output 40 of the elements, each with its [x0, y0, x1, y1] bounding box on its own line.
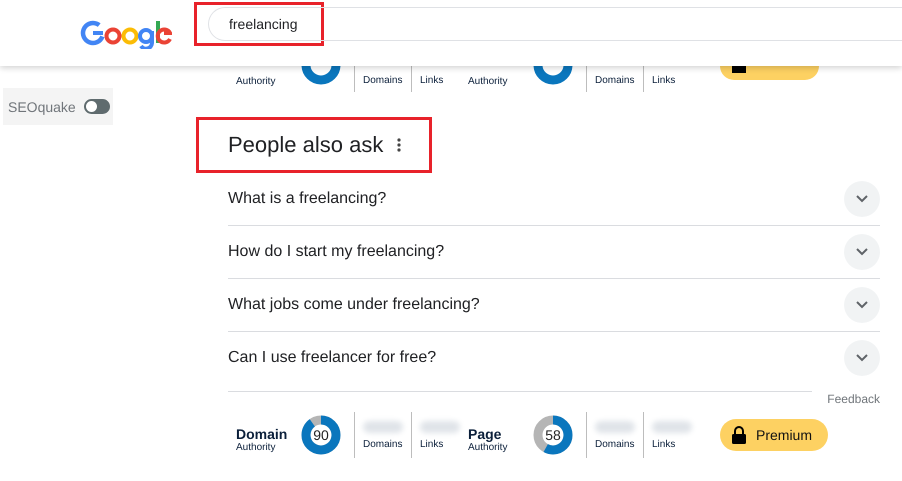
section-heading: People also ask [228, 132, 384, 158]
expand-button[interactable] [844, 287, 880, 323]
blurred-value [420, 420, 460, 432]
metric-label: Domains [595, 75, 634, 86]
blurred-value [595, 420, 635, 432]
chevron-icon [856, 248, 868, 256]
feedback-link[interactable]: Feedback [827, 392, 880, 406]
question-text[interactable]: How do I start my freelancing? [228, 243, 444, 261]
metric-label: Links [420, 75, 444, 86]
score-donut: 90 [300, 414, 342, 456]
metric-subtitle: Authority [468, 442, 508, 455]
metric-title: Page [468, 426, 502, 442]
expand-button[interactable] [844, 234, 880, 270]
metric-label: Domains [363, 438, 403, 450]
chevron-icon [856, 195, 868, 203]
premium-button[interactable]: Premium [720, 419, 828, 451]
question-text[interactable]: What is a freelancing? [228, 190, 386, 208]
toggle-label: SEOquake [8, 98, 76, 114]
metric-label: Links [652, 438, 676, 450]
chevron-icon [856, 301, 868, 309]
search-field[interactable]: freelancing [208, 7, 902, 41]
question-text[interactable]: What jobs come under freelancing? [228, 296, 480, 314]
metric-label: Links [420, 438, 444, 450]
score-donut: 58 [532, 414, 574, 456]
chevron-icon [856, 354, 868, 362]
expand-button[interactable] [844, 340, 880, 376]
premium-button[interactable] [720, 66, 819, 80]
more-icon[interactable] [397, 138, 402, 152]
metric-subtitle: Authority [468, 76, 508, 89]
metric-subtitle: Authority [236, 442, 276, 455]
metric-title: Domain [236, 426, 288, 442]
toggle-switch[interactable] [84, 99, 110, 114]
metric-label: Domains [595, 438, 635, 450]
blurred-value [363, 420, 403, 432]
expand-button[interactable] [844, 181, 880, 217]
metric-label: Links [652, 75, 676, 86]
metric-subtitle: Authority [236, 76, 276, 89]
blurred-value [652, 420, 692, 432]
metric-label: Domains [363, 75, 402, 86]
question-text[interactable]: Can I use freelancer for free? [228, 349, 436, 367]
